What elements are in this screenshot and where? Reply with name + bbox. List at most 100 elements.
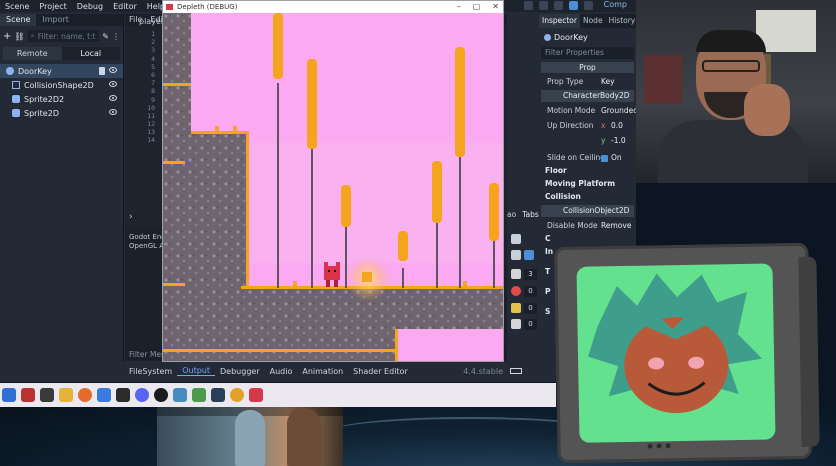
local-tab[interactable]: Local [61, 47, 120, 60]
slide-on-ceiling-row[interactable]: Slide on Ceiling On [539, 151, 636, 164]
disable-mode-value[interactable]: Remove [601, 219, 631, 232]
section-c[interactable]: C [539, 233, 636, 245]
run-icon[interactable] [523, 1, 533, 10]
tree-node-collisionshape2d[interactable]: CollisionShape2D [0, 78, 123, 92]
firefox-icon[interactable] [78, 388, 92, 402]
pin-icon[interactable] [510, 368, 522, 374]
section-prop[interactable]: Prop [541, 62, 634, 73]
section-characterbody2d[interactable]: CharacterBody2D [541, 90, 634, 102]
tab-shader-editor[interactable]: Shader Editor [348, 367, 413, 376]
app-icon[interactable] [40, 388, 54, 402]
clear-output-icon[interactable] [511, 234, 521, 244]
app-icon[interactable] [230, 388, 244, 402]
maximize-icon[interactable]: ▢ [473, 1, 481, 13]
game-debug-window[interactable]: Depleth (DEBUG) – ▢ ✕ [162, 0, 504, 362]
up-direction-x[interactable]: 0.0 [611, 119, 623, 132]
disable-mode-row[interactable]: Disable Mode Remove [539, 219, 636, 232]
section-moving-platform[interactable]: Moving Platform [539, 178, 636, 190]
attach-script-icon[interactable]: ✎ [102, 32, 109, 41]
tab-filesystem[interactable]: FileSystem [124, 367, 177, 376]
scene-dock: Scene Import + ⛓ ⌕ Filter: name, t:t ✎ ⋮… [0, 14, 124, 362]
collisionshape2d-icon [12, 81, 20, 89]
axis-x-label: x [601, 121, 606, 130]
section-collisionobject2d[interactable]: CollisionObject2D [541, 205, 634, 217]
script-icon[interactable] [99, 67, 105, 75]
game-scene [163, 13, 503, 361]
close-icon[interactable]: ✕ [492, 1, 499, 13]
section-floor[interactable]: Floor [539, 165, 636, 177]
tree-node-sprite2d2[interactable]: Sprite2D2 [0, 92, 123, 106]
search-output-icon[interactable] [524, 250, 534, 260]
motion-mode-value[interactable]: Grounded [601, 104, 638, 117]
tab-debugger[interactable]: Debugger [215, 367, 265, 376]
door-key-sprite [362, 272, 372, 282]
visibility-eye-icon[interactable] [109, 81, 117, 87]
renderer-compat-label[interactable]: Comp [599, 0, 632, 10]
tree-node-doorkey[interactable]: DoorKey [0, 64, 123, 78]
prop-type-value[interactable]: Key [601, 75, 615, 88]
game-taskbar-icon[interactable] [249, 388, 263, 402]
visibility-eye-icon[interactable] [109, 109, 117, 115]
tab-history[interactable]: History [606, 14, 639, 28]
add-node-icon[interactable]: + [3, 31, 11, 42]
crt-monitor-overlay [554, 242, 820, 464]
pause-icon[interactable] [538, 1, 548, 10]
godot-icon[interactable] [173, 388, 187, 402]
tab-scene[interactable]: Scene [0, 14, 37, 26]
scene-tree: DoorKey CollisionShape2D Sprite2D2 Sprit… [0, 64, 123, 120]
obs-icon[interactable] [154, 388, 168, 402]
chevron-right-icon[interactable]: › [129, 212, 133, 222]
error-filter-icon[interactable] [511, 286, 521, 296]
tab-audio[interactable]: Audio [265, 367, 298, 376]
warning-filter-icon[interactable] [511, 303, 521, 313]
up-direction-y[interactable]: -1.0 [611, 134, 626, 147]
tree-node-sprite2d[interactable]: Sprite2D [0, 106, 123, 120]
tab-import[interactable]: Import [36, 14, 75, 26]
file-explorer-icon[interactable] [59, 388, 73, 402]
visibility-eye-icon[interactable] [109, 95, 117, 101]
log-count: 3 [524, 269, 537, 280]
app-icon[interactable] [21, 388, 35, 402]
tab-animation[interactable]: Animation [297, 367, 348, 376]
visibility-eye-icon[interactable] [109, 67, 117, 73]
link-icon[interactable]: ⛓ [14, 32, 24, 41]
log-filter-icon[interactable] [511, 269, 521, 279]
remote-debug-icon[interactable] [568, 1, 578, 10]
message-count: 0 [524, 319, 537, 330]
menu-editor[interactable]: Editor [108, 2, 142, 11]
knob-icon [665, 443, 671, 449]
scene-filter-input[interactable]: ⌕ Filter: name, t:t [27, 30, 100, 42]
tab-node[interactable]: Node [580, 14, 606, 28]
vtuber-screen [576, 263, 776, 443]
inspected-node[interactable]: DoorKey [539, 30, 636, 44]
menu-scene[interactable]: Scene [0, 2, 34, 11]
minimize-icon[interactable]: – [457, 1, 461, 13]
script-file-tab[interactable]: player [139, 17, 164, 26]
app-icon[interactable] [192, 388, 206, 402]
remote-tab[interactable]: Remote [3, 47, 62, 60]
menu-project[interactable]: Project [34, 2, 71, 11]
stop-icon[interactable] [553, 1, 563, 10]
copy-icon[interactable] [511, 250, 521, 260]
up-direction-row[interactable]: Up Direction x 0.0 y -1.0 [539, 119, 636, 149]
filter-properties-input[interactable]: Filter Properties [541, 47, 634, 59]
more-options-icon[interactable]: ⋮ [112, 32, 120, 41]
game-window-titlebar[interactable]: Depleth (DEBUG) – ▢ ✕ [163, 1, 503, 13]
discord-icon[interactable] [135, 388, 149, 402]
axis-y-label: y [601, 136, 606, 145]
app-icon[interactable] [97, 388, 111, 402]
checkbox-icon[interactable] [601, 154, 608, 162]
message-filter-icon[interactable] [511, 319, 521, 329]
tab-output[interactable]: Output [177, 366, 216, 376]
tab-inspector[interactable]: Inspector [539, 14, 580, 28]
game-viewport[interactable] [163, 13, 503, 361]
app-icon[interactable] [211, 388, 225, 402]
menu-debug[interactable]: Debug [72, 2, 108, 11]
terminal-icon[interactable] [116, 388, 130, 402]
prop-type-row[interactable]: Prop Type Key [539, 75, 636, 88]
start-icon[interactable] [2, 388, 16, 402]
section-collision[interactable]: Collision [539, 191, 636, 203]
movie-icon[interactable] [583, 1, 593, 10]
motion-mode-row[interactable]: Motion Mode Grounded [539, 104, 638, 117]
sprite2d-icon [12, 95, 20, 103]
